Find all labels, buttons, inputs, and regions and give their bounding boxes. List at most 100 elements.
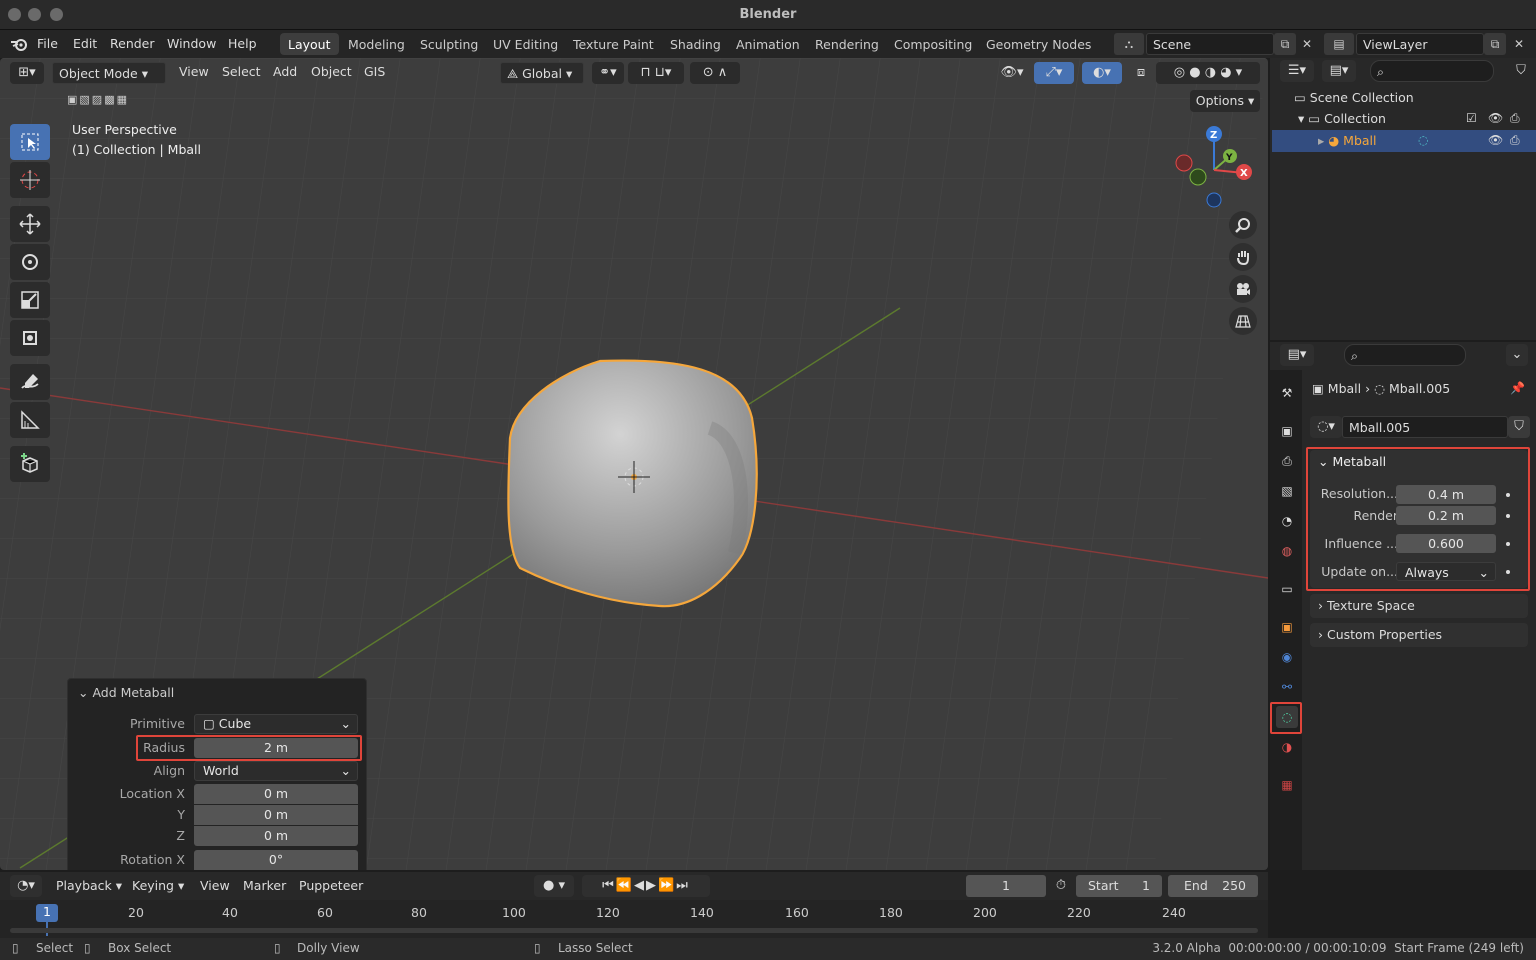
visibility-eye-icon[interactable]: 👁 bbox=[1488, 111, 1503, 125]
menu-render[interactable]: Render bbox=[110, 36, 155, 51]
new-scene-icon[interactable]: ⧉ bbox=[1274, 33, 1296, 55]
stopwatch-icon[interactable]: ⏱ bbox=[1050, 875, 1072, 897]
properties-search-input[interactable]: ⌕ bbox=[1344, 344, 1466, 366]
gizmo-toggle-icon[interactable]: ⤢▾ bbox=[1034, 62, 1074, 84]
location-y-field[interactable]: 0 m bbox=[194, 805, 358, 825]
tab-texture-paint[interactable]: Texture Paint bbox=[565, 33, 662, 55]
tab-shading[interactable]: Shading bbox=[662, 33, 729, 55]
datablock-browser-icon[interactable]: ◌▾ bbox=[1310, 416, 1342, 438]
outliner-search-input[interactable]: ⌕ bbox=[1370, 60, 1494, 82]
properties-editor-type-icon[interactable]: ▤▾ bbox=[1280, 344, 1314, 366]
current-frame-field[interactable]: 1 bbox=[966, 875, 1046, 897]
scene-name-field[interactable]: Scene bbox=[1146, 33, 1274, 55]
render-camera-icon[interactable]: ⎙ bbox=[1510, 133, 1520, 148]
tab-layout[interactable]: Layout bbox=[280, 33, 339, 55]
scene-selector-icon[interactable]: ⛬ bbox=[1114, 33, 1144, 55]
menu-window[interactable]: Window bbox=[167, 36, 216, 51]
align-dropdown[interactable]: World ⌄ bbox=[194, 761, 358, 781]
visibility-eye-icon[interactable]: 👁 bbox=[1488, 133, 1503, 147]
pin-icon[interactable]: 📌 bbox=[1510, 381, 1525, 395]
render-tab-icon[interactable]: ▣ bbox=[1276, 420, 1298, 442]
shading-modes-icon[interactable]: ◎ ● ◑ ◕ ▾ bbox=[1156, 62, 1260, 84]
filter-icon[interactable]: ⛉ bbox=[1510, 60, 1532, 82]
viewport-menu-object[interactable]: Object bbox=[311, 64, 352, 88]
tab-uv-editing[interactable]: UV Editing bbox=[485, 33, 566, 55]
perspective-toggle-icon[interactable] bbox=[1229, 307, 1257, 335]
custom-properties-panel[interactable]: › Custom Properties bbox=[1310, 623, 1528, 647]
cursor-tool[interactable] bbox=[10, 162, 50, 198]
scale-tool[interactable] bbox=[10, 282, 50, 318]
timeline-scrollbar[interactable] bbox=[10, 928, 1258, 933]
xray-toggle-icon[interactable]: ⧈ bbox=[1130, 62, 1152, 84]
tab-rendering[interactable]: Rendering bbox=[807, 33, 887, 55]
timeline-editor-type-icon[interactable]: ◔▾ bbox=[10, 875, 42, 897]
end-frame-field[interactable]: End 250 bbox=[1168, 875, 1258, 897]
collection-row[interactable]: ▾ ▭ Collection bbox=[1298, 111, 1386, 126]
puppeteer-menu[interactable]: Puppeteer bbox=[299, 878, 363, 893]
add-cube-tool[interactable] bbox=[10, 446, 50, 482]
render-camera-icon[interactable]: ⎙ bbox=[1510, 111, 1520, 126]
transform-tool[interactable] bbox=[10, 320, 50, 356]
menu-edit[interactable]: Edit bbox=[73, 36, 97, 51]
world-tab-icon[interactable]: ◍ bbox=[1276, 540, 1298, 562]
rotation-x-field[interactable]: 0° bbox=[194, 850, 358, 870]
physics-tab-icon[interactable]: ◉ bbox=[1276, 646, 1298, 668]
constraints-tab-icon[interactable]: ⚯ bbox=[1276, 676, 1298, 698]
chevron-down-icon[interactable]: ⌄ bbox=[1506, 344, 1528, 366]
menu-help[interactable]: Help bbox=[228, 36, 257, 51]
measure-tool[interactable] bbox=[10, 402, 50, 438]
viewport-menu-view[interactable]: View bbox=[179, 64, 209, 88]
collection-tab-icon[interactable]: ▭ bbox=[1276, 578, 1298, 600]
remove-view-layer-icon[interactable]: ✕ bbox=[1508, 33, 1530, 55]
tab-sculpting[interactable]: Sculpting bbox=[412, 33, 486, 55]
selection-mode-icon[interactable]: ▣▧▨▩▦ bbox=[48, 91, 148, 109]
tab-animation[interactable]: Animation bbox=[728, 33, 808, 55]
primitive-dropdown[interactable]: ▢ Cube ⌄ bbox=[194, 714, 358, 734]
fake-user-shield-icon[interactable]: ⛉ bbox=[1508, 416, 1530, 438]
move-tool[interactable] bbox=[10, 206, 50, 242]
record-button-icon[interactable]: ● ▾ bbox=[534, 875, 574, 897]
transform-orientation-selector[interactable]: ⟁ Global ▾ bbox=[500, 62, 584, 84]
playhead-indicator[interactable]: 1 bbox=[36, 904, 58, 922]
exclude-checkbox-icon[interactable]: ☑ bbox=[1466, 111, 1477, 125]
tab-compositing[interactable]: Compositing bbox=[886, 33, 980, 55]
location-z-field[interactable]: 0 m bbox=[194, 826, 358, 846]
view-layer-tab-icon[interactable]: ▧ bbox=[1276, 480, 1298, 502]
start-frame-field[interactable]: Start 1 bbox=[1076, 875, 1162, 897]
pivot-point-icon[interactable]: ⚭▾ bbox=[592, 62, 624, 84]
scene-tab-icon[interactable]: ◔ bbox=[1276, 510, 1298, 532]
scene-collection-row[interactable]: ▭ Scene Collection bbox=[1294, 90, 1414, 105]
view-layer-name-field[interactable]: ViewLayer bbox=[1356, 33, 1484, 55]
annotate-tool[interactable] bbox=[10, 364, 50, 400]
camera-view-icon[interactable] bbox=[1229, 275, 1257, 303]
playback-menu[interactable]: Playback ▾ bbox=[56, 878, 122, 893]
tab-geometry-nodes[interactable]: Geometry Nodes bbox=[978, 33, 1099, 55]
view-layer-selector-icon[interactable]: ▤ bbox=[1324, 33, 1354, 55]
viewport-menu-add[interactable]: Add bbox=[273, 64, 297, 88]
texture-tab-icon[interactable]: ▦ bbox=[1276, 774, 1298, 796]
metaball-data-icon[interactable]: ◌ bbox=[1418, 133, 1428, 147]
outliner-editor-type-icon[interactable]: ☰▾ bbox=[1280, 60, 1314, 82]
proportional-editing-icon[interactable]: ⊙ ∧ bbox=[690, 62, 740, 84]
snap-icon[interactable]: ⊓ ⊔▾ bbox=[628, 62, 684, 84]
editor-type-icon[interactable]: ⊞▾ bbox=[10, 62, 44, 84]
3d-viewport[interactable]: Z Y X ⊞▾ Object Mode ▾ View Select Add O… bbox=[0, 58, 1268, 870]
tab-modeling[interactable]: Modeling bbox=[340, 33, 413, 55]
blender-logo-icon[interactable] bbox=[10, 36, 28, 52]
visibility-icon[interactable]: 👁▾ bbox=[996, 62, 1028, 84]
operator-panel-header[interactable]: ⌄ Add Metaball bbox=[78, 685, 174, 700]
overlay-toggle-icon[interactable]: ◐▾ bbox=[1082, 62, 1122, 84]
material-tab-icon[interactable]: ◑ bbox=[1276, 736, 1298, 758]
display-mode-icon[interactable]: ▤▾ bbox=[1322, 60, 1356, 82]
timeline-view-menu[interactable]: View bbox=[200, 878, 230, 893]
zoom-icon[interactable] bbox=[1229, 211, 1257, 239]
viewport-menu-select[interactable]: Select bbox=[222, 64, 261, 88]
viewport-menu-gis[interactable]: GIS bbox=[364, 64, 385, 88]
rotate-tool[interactable] bbox=[10, 244, 50, 280]
new-view-layer-icon[interactable]: ⧉ bbox=[1484, 33, 1506, 55]
remove-scene-icon[interactable]: ✕ bbox=[1296, 33, 1318, 55]
options-button[interactable]: Options ▾ bbox=[1190, 90, 1260, 112]
marker-menu[interactable]: Marker bbox=[243, 878, 286, 893]
select-box-tool[interactable] bbox=[10, 124, 50, 160]
object-tab-icon[interactable]: ▣ bbox=[1276, 616, 1298, 638]
